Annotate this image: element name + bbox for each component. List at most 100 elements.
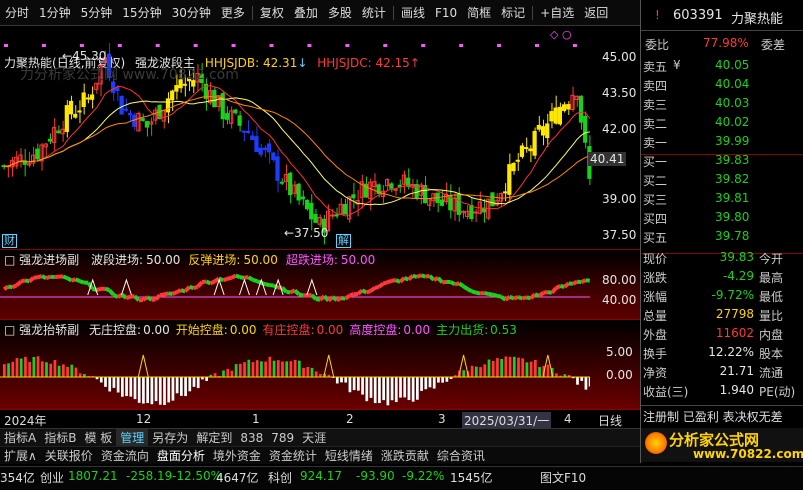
sub2-bar: [306, 366, 310, 377]
toolbar-item[interactable]: 标记: [496, 0, 530, 26]
candlestick: [94, 82, 99, 94]
indicator-tab[interactable]: 指标B: [40, 429, 80, 446]
ask-row[interactable]: 卖五 ¥40.05: [641, 56, 803, 76]
toolbar-item[interactable]: 统计: [357, 0, 391, 26]
toolbar-item[interactable]: 多股: [323, 0, 357, 26]
toolbar-item[interactable]: 分时: [0, 0, 34, 26]
toolbar-item[interactable]: F10: [430, 0, 462, 26]
sub2-bar: [19, 358, 23, 377]
toolbar-item[interactable]: 返回: [579, 0, 613, 26]
ask-row[interactable]: 卖四 40.04: [641, 75, 803, 95]
time-axis-label: 12: [136, 412, 152, 426]
indicator-tab[interactable]: 指标A: [0, 429, 40, 446]
sub2-bar: [373, 377, 377, 404]
jie-label[interactable]: 解: [336, 234, 351, 248]
toolbar-item[interactable]: 简框: [462, 0, 496, 26]
scale-toggle-icons[interactable]: ◇ ○: [550, 28, 572, 41]
toolbar-item[interactable]: 更多: [216, 0, 250, 26]
sub1-line-segment: [449, 280, 456, 287]
sub1-line-segment: [222, 276, 229, 283]
indicator-tab[interactable]: 另存为: [148, 429, 192, 446]
logo-url: www.70822.com: [693, 447, 803, 461]
sub2-bar: [378, 377, 381, 404]
time-axis-label: 4: [564, 412, 572, 426]
candlestick: [422, 176, 428, 204]
info-tab[interactable]: 境外资金: [209, 447, 265, 464]
info-tab[interactable]: 资金流向: [97, 447, 153, 464]
stat-value: 27798: [715, 307, 754, 321]
sub2-bar: [222, 370, 225, 377]
bid-row[interactable]: 买一 39.83: [641, 151, 803, 171]
info-tab[interactable]: 综合资讯: [433, 447, 489, 464]
indicator-tab[interactable]: 789: [267, 431, 298, 445]
bid-row[interactable]: 买五 39.78: [641, 227, 803, 247]
candlestick: [258, 143, 263, 158]
info-tab[interactable]: 短线情绪: [321, 447, 377, 464]
bid-row[interactable]: 买二 39.82: [641, 170, 803, 190]
toolbar-item[interactable]: 1分钟: [34, 0, 76, 26]
info-tab[interactable]: 资金统计: [265, 447, 321, 464]
info-tab[interactable]: 关联报价: [41, 447, 97, 464]
toolbar-item[interactable]: 复权: [255, 0, 289, 26]
timeframe-label[interactable]: 日线: [598, 412, 622, 429]
stat-value: 21.71: [719, 364, 754, 378]
indicator-tab[interactable]: 模 板: [80, 429, 116, 446]
f10-link[interactable]: 图文F10: [540, 469, 586, 486]
sub-chart-lift[interactable]: □ 强龙抬轿副 无庄控盘: 0.00 开始控盘: 0.00 有庄控盘: 0.00 高度控盘:…: [0, 320, 640, 410]
candlestick: [574, 95, 579, 107]
toolbar-item[interactable]: 5分钟: [76, 0, 118, 26]
info-tab[interactable]: 盘面分析: [153, 447, 209, 464]
sub2-bar: [180, 377, 183, 396]
toolbar-item[interactable]: +自选: [535, 0, 579, 26]
candlestick: [90, 86, 95, 109]
ask-row[interactable]: 卖二 40.02: [641, 113, 803, 133]
chuangye-change: -258.19: [126, 469, 173, 483]
indicator-tab[interactable]: 解定到: [192, 429, 236, 446]
weibi-value: 77.98%: [703, 36, 749, 50]
info-tab[interactable]: 扩展∧: [0, 447, 41, 464]
stock-name-panel: 力聚热能: [731, 12, 784, 27]
sub1-line-segment: [239, 275, 245, 280]
stat-row: 外盘 11602 内盘: [643, 326, 784, 342]
sub1-line-segment: [428, 274, 436, 282]
sub1-line-segment: [247, 275, 254, 282]
ask-row[interactable]: 卖三 40.03: [641, 94, 803, 114]
ask-row[interactable]: 卖一 39.99: [641, 132, 803, 152]
main-chart[interactable]: 力聚热能(日线,前复权) 强龙波段主 HHJSJDB: 42.31↓ HHJSJ…: [0, 26, 640, 250]
candlestick: [271, 151, 276, 163]
indicator-tab[interactable]: 管理: [116, 429, 149, 446]
candlestick: [562, 101, 567, 113]
toolbar-item[interactable]: 30分钟: [167, 0, 216, 26]
candlestick: [132, 112, 137, 131]
indicator-tab[interactable]: 天涯: [298, 429, 330, 446]
sub2-bar: [7, 363, 10, 377]
candlestick: [473, 209, 478, 222]
sub2-bar: [188, 377, 192, 392]
sub-chart-entry[interactable]: □ 强龙进场副 波段进场: 50.00 反弹进场: 50.00 超跌进场: 50.00 8…: [0, 250, 640, 320]
sub2-bar: [555, 373, 558, 377]
info-tab[interactable]: 涨跌贡献: [377, 447, 433, 464]
kechuang-label[interactable]: 科创: [268, 469, 292, 486]
toolbar-item[interactable]: 15分钟: [117, 0, 166, 26]
sub1-line-segment: [70, 277, 77, 283]
sub2-peak-marker: [137, 354, 149, 378]
cai-label[interactable]: 财: [2, 234, 17, 248]
indicator-tab[interactable]: 838: [236, 431, 267, 445]
candlestick: [309, 194, 314, 231]
stat-value: 11602: [715, 326, 754, 340]
sub2-peak-marker: [323, 354, 335, 378]
toolbar-item[interactable]: 叠加: [289, 0, 323, 26]
sub1-line-segment: [344, 293, 351, 301]
sub1-line-segment: [264, 282, 270, 288]
chuangye-label[interactable]: 创业: [40, 469, 64, 486]
bid-row[interactable]: 买三 39.81: [641, 189, 803, 209]
sub1-scale-low: 40.00: [602, 293, 637, 307]
sub1-line-segment: [508, 294, 515, 301]
bid-row[interactable]: 买四 39.80: [641, 208, 803, 228]
alert-icon[interactable]: !: [655, 8, 660, 22]
stat-row: 收益(三) 1.940 PE(动): [643, 383, 796, 399]
toolbar-item[interactable]: 画线: [396, 0, 430, 26]
sub2-bar: [361, 377, 364, 395]
candlestick: [553, 95, 558, 125]
ask-price: 40.03: [715, 96, 750, 110]
